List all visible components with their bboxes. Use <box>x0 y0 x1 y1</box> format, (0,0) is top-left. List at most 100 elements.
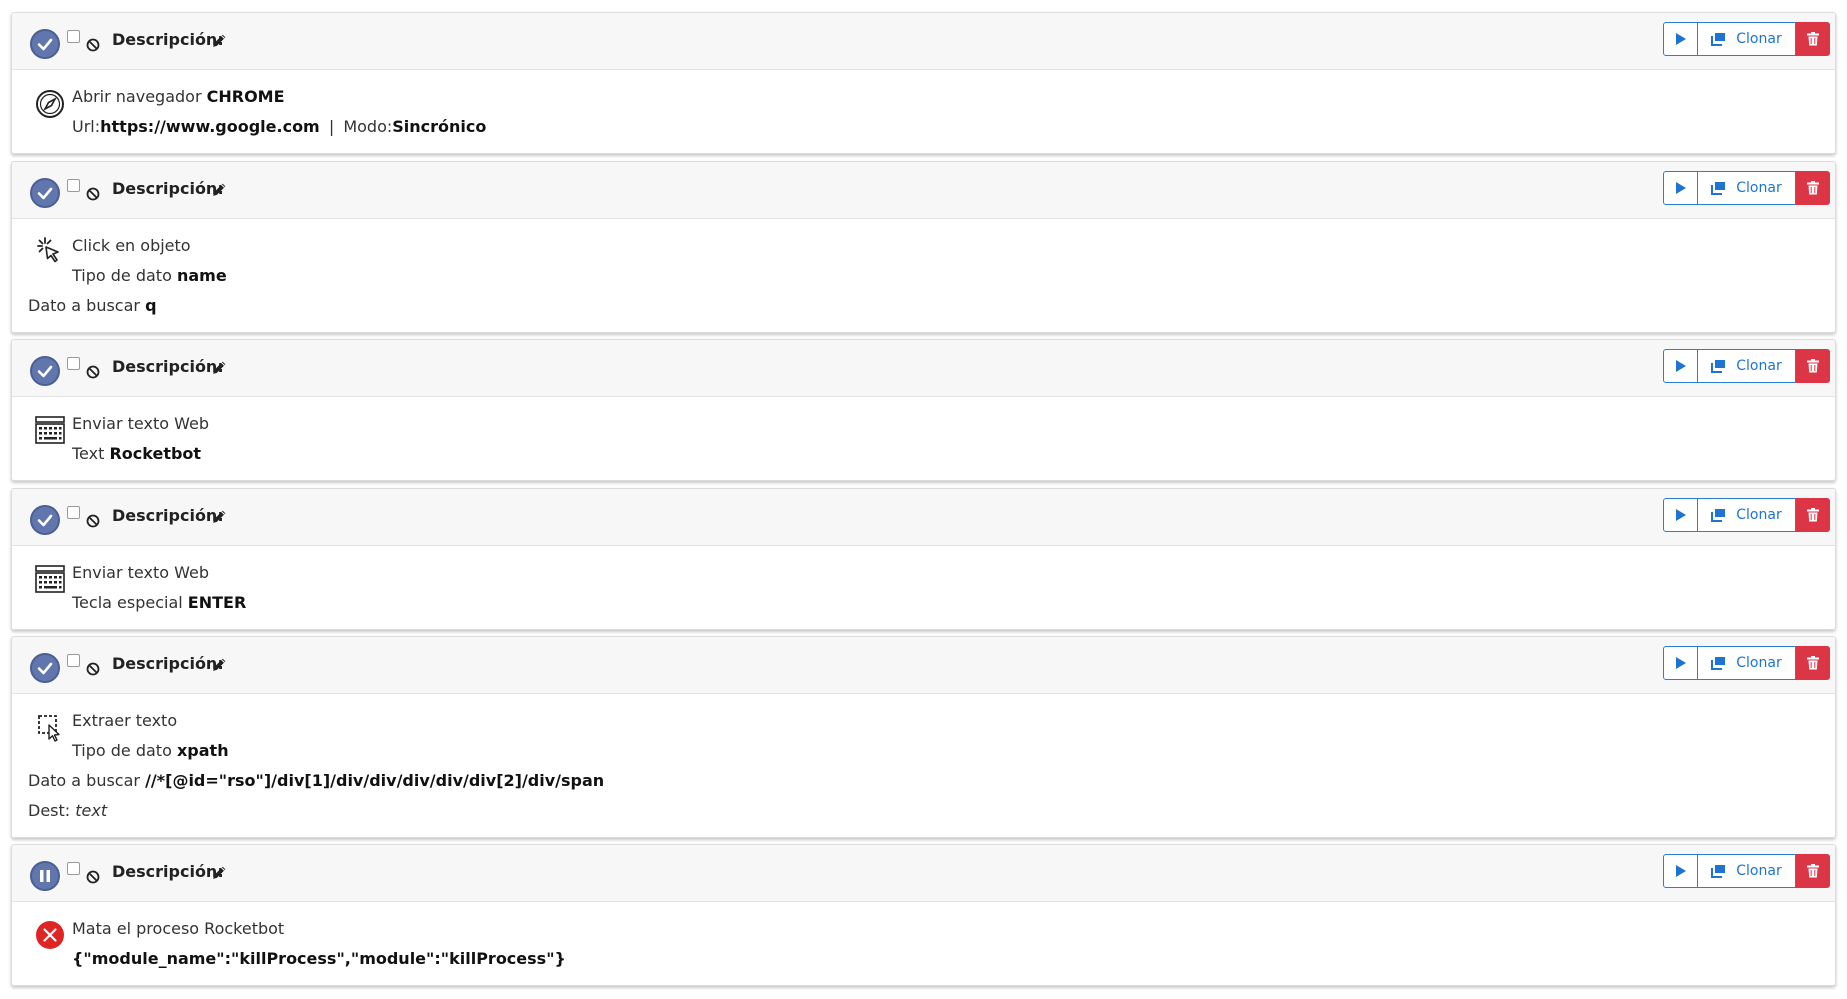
error-x-icon <box>36 921 64 949</box>
select-checkbox[interactable] <box>67 654 80 667</box>
trash-icon <box>1807 864 1819 878</box>
clone-icon <box>1711 360 1726 373</box>
select-checkbox[interactable] <box>67 862 80 875</box>
pencil-icon[interactable] <box>211 359 228 376</box>
step-card-click-object: Descripción: Clonar Click en objeto Tipo… <box>11 161 1836 333</box>
compass-icon <box>36 90 64 118</box>
play-icon <box>1675 865 1686 877</box>
step-title-line: Enviar texto Web <box>72 414 209 433</box>
pause-circle-icon[interactable] <box>30 861 60 891</box>
disable-icon[interactable] <box>85 186 101 202</box>
clone-button[interactable]: Clonar <box>1698 498 1796 532</box>
run-step-button[interactable] <box>1663 171 1698 205</box>
description-label: Descripción: <box>112 862 224 881</box>
clone-icon <box>1711 182 1726 195</box>
pencil-icon[interactable] <box>211 508 228 525</box>
clone-icon <box>1711 509 1726 522</box>
disable-icon[interactable] <box>85 661 101 677</box>
clone-label: Clonar <box>1736 31 1782 47</box>
check-circle-icon[interactable] <box>30 356 60 386</box>
keyboard-icon <box>35 416 65 444</box>
step-actions: Clonar <box>1663 646 1830 680</box>
clone-button[interactable]: Clonar <box>1698 646 1796 680</box>
clone-icon <box>1711 33 1726 46</box>
delete-step-button[interactable] <box>1796 22 1830 56</box>
description-label: Descripción: <box>112 654 224 673</box>
clone-label: Clonar <box>1736 507 1782 523</box>
clone-label: Clonar <box>1736 358 1782 374</box>
step-title-line: Enviar texto Web <box>72 563 209 582</box>
check-circle-icon[interactable] <box>30 505 60 535</box>
step-actions: Clonar <box>1663 171 1830 205</box>
check-circle-icon[interactable] <box>30 178 60 208</box>
trash-icon <box>1807 508 1819 522</box>
step-title-line: Abrir navegador CHROME <box>72 87 285 106</box>
delete-step-button[interactable] <box>1796 349 1830 383</box>
step-title-line: Mata el proceso Rocketbot <box>72 919 285 938</box>
trash-icon <box>1807 359 1819 373</box>
dest-line: Dest: text <box>28 801 108 820</box>
clone-button[interactable]: Clonar <box>1698 22 1796 56</box>
click-pointer-icon <box>37 237 59 263</box>
select-checkbox[interactable] <box>67 357 80 370</box>
pencil-icon[interactable] <box>211 32 228 49</box>
step-actions: Clonar <box>1663 498 1830 532</box>
step-card-send-key: Descripción: Clonar Enviar texto Web Tec… <box>11 488 1836 630</box>
clone-icon <box>1711 657 1726 670</box>
play-icon <box>1675 182 1686 194</box>
pencil-icon[interactable] <box>211 181 228 198</box>
step-actions: Clonar <box>1663 854 1830 888</box>
delete-step-button[interactable] <box>1796 646 1830 680</box>
play-icon <box>1675 657 1686 669</box>
data-type-line: Tipo de dato xpath <box>72 741 229 760</box>
step-header: Descripción: Clonar <box>12 845 1835 902</box>
select-checkbox[interactable] <box>67 30 80 43</box>
run-step-button[interactable] <box>1663 854 1698 888</box>
step-header: Descripción: Clonar <box>12 489 1835 546</box>
step-card-extract-text: Descripción: Clonar Extraer texto Tipo d… <box>11 636 1836 838</box>
run-step-button[interactable] <box>1663 498 1698 532</box>
run-step-button[interactable] <box>1663 349 1698 383</box>
keyboard-icon <box>35 565 65 593</box>
description-label: Descripción: <box>112 179 224 198</box>
run-step-button[interactable] <box>1663 646 1698 680</box>
module-json-line: {"module_name":"killProcess","module":"k… <box>72 949 566 968</box>
pencil-icon[interactable] <box>211 656 228 673</box>
clone-label: Clonar <box>1736 180 1782 196</box>
select-checkbox[interactable] <box>67 179 80 192</box>
disable-icon[interactable] <box>85 513 101 529</box>
run-step-button[interactable] <box>1663 22 1698 56</box>
select-checkbox[interactable] <box>67 506 80 519</box>
delete-step-button[interactable] <box>1796 854 1830 888</box>
disable-icon[interactable] <box>85 869 101 885</box>
pencil-icon[interactable] <box>211 864 228 881</box>
description-label: Descripción: <box>112 357 224 376</box>
step-header: Descripción: Clonar <box>12 637 1835 694</box>
trash-icon <box>1807 32 1819 46</box>
play-icon <box>1675 360 1686 372</box>
check-circle-icon[interactable] <box>30 653 60 683</box>
step-card-kill-process: Descripción: Clonar Mata el proceso Rock… <box>11 844 1836 986</box>
disable-icon[interactable] <box>85 37 101 53</box>
select-area-icon <box>38 715 60 742</box>
special-key-line: Tecla especial ENTER <box>72 593 247 612</box>
clone-button[interactable]: Clonar <box>1698 349 1796 383</box>
data-type-line: Tipo de dato name <box>72 266 227 285</box>
delete-step-button[interactable] <box>1796 171 1830 205</box>
clone-label: Clonar <box>1736 655 1782 671</box>
trash-icon <box>1807 656 1819 670</box>
clone-button[interactable]: Clonar <box>1698 171 1796 205</box>
delete-step-button[interactable] <box>1796 498 1830 532</box>
disable-icon[interactable] <box>85 364 101 380</box>
play-icon <box>1675 33 1686 45</box>
step-header: Descripción: Clonar <box>12 13 1835 70</box>
step-actions: Clonar <box>1663 22 1830 56</box>
check-circle-icon[interactable] <box>30 29 60 59</box>
step-card-open-browser: Descripción: Clonar Abrir navegador CHRO… <box>11 12 1836 154</box>
search-data-line: Dato a buscar //*[@id="rso"]/div[1]/div/… <box>28 771 605 790</box>
search-data-line: Dato a buscar q <box>28 296 157 315</box>
description-label: Descripción: <box>112 506 224 525</box>
text-line: Text Rocketbot <box>72 444 202 463</box>
clone-button[interactable]: Clonar <box>1698 854 1796 888</box>
step-title-line: Click en objeto <box>72 236 191 255</box>
